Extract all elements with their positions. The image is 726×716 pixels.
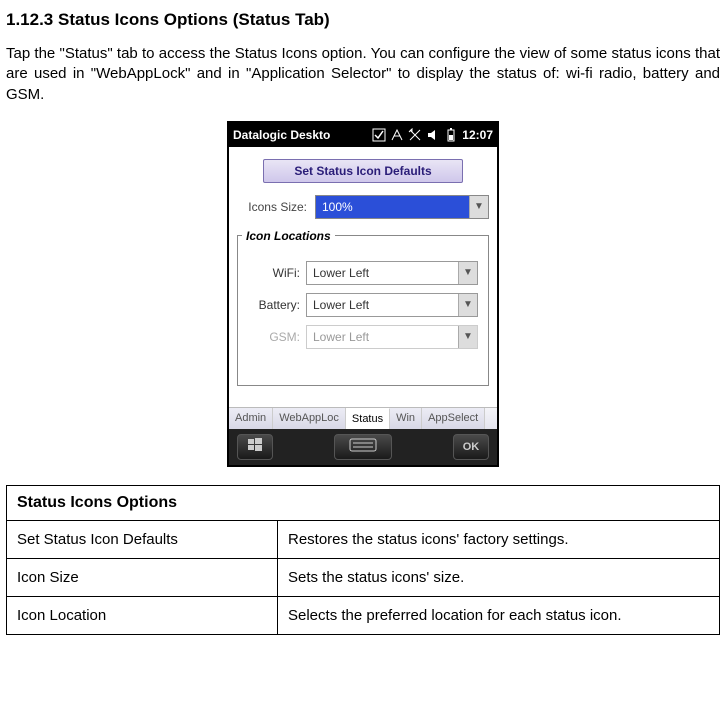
wifi-select[interactable]: Lower Left ▼ bbox=[306, 261, 478, 285]
table-row: Icon Size Sets the status icons' size. bbox=[7, 558, 720, 596]
app-content: Set Status Icon Defaults Icons Size: 100… bbox=[229, 147, 497, 407]
check-icon bbox=[372, 128, 386, 142]
battery-icon bbox=[444, 128, 458, 142]
icons-size-row: Icons Size: 100% ▼ bbox=[237, 195, 489, 219]
gsm-select: Lower Left ▼ bbox=[306, 325, 478, 349]
chevron-down-icon: ▼ bbox=[458, 326, 477, 348]
icon-locations-legend: Icon Locations bbox=[242, 229, 335, 243]
icon-locations-group: Icon Locations WiFi: Lower Left ▼ Batter… bbox=[237, 229, 489, 386]
screenshot-container: Datalogic Deskto 12:07 bbox=[6, 121, 720, 467]
options-table-header: Status Icons Options bbox=[7, 485, 720, 520]
section-heading: 1.12.3 Status Icons Options (Status Tab) bbox=[6, 10, 720, 30]
taskbar: Datalogic Deskto 12:07 bbox=[229, 123, 497, 147]
tab-bar: Admin WebAppLoc Status Win AppSelect bbox=[229, 407, 497, 429]
tab-win[interactable]: Win bbox=[390, 408, 422, 429]
tab-appselect[interactable]: AppSelect bbox=[422, 408, 485, 429]
device-screenshot: Datalogic Deskto 12:07 bbox=[227, 121, 499, 467]
opt-desc: Selects the preferred location for each … bbox=[278, 596, 720, 634]
battery-label: Battery: bbox=[244, 298, 306, 312]
chevron-down-icon: ▼ bbox=[458, 294, 477, 316]
taskbar-title: Datalogic Deskto bbox=[233, 128, 372, 142]
set-defaults-button[interactable]: Set Status Icon Defaults bbox=[263, 159, 463, 183]
opt-name: Set Status Icon Defaults bbox=[7, 520, 278, 558]
section-body: Tap the "Status" tab to access the Statu… bbox=[6, 44, 720, 105]
chevron-down-icon: ▼ bbox=[469, 196, 488, 218]
table-row: Set Status Icon Defaults Restores the st… bbox=[7, 520, 720, 558]
icons-size-select[interactable]: 100% ▼ bbox=[315, 195, 489, 219]
wifi-row: WiFi: Lower Left ▼ bbox=[244, 261, 478, 285]
start-button[interactable] bbox=[237, 434, 273, 460]
opt-name: Icon Size bbox=[7, 558, 278, 596]
icons-size-value: 100% bbox=[322, 200, 353, 214]
signal-icon bbox=[408, 128, 422, 142]
tab-webapploc[interactable]: WebAppLoc bbox=[273, 408, 346, 429]
chevron-down-icon: ▼ bbox=[458, 262, 477, 284]
battery-select[interactable]: Lower Left ▼ bbox=[306, 293, 478, 317]
opt-desc: Sets the status icons' size. bbox=[278, 558, 720, 596]
tab-admin[interactable]: Admin bbox=[229, 408, 273, 429]
volume-icon bbox=[426, 128, 440, 142]
opt-name: Icon Location bbox=[7, 596, 278, 634]
icons-size-label: Icons Size: bbox=[237, 200, 315, 214]
battery-value: Lower Left bbox=[313, 298, 369, 312]
tab-status[interactable]: Status bbox=[346, 408, 390, 429]
options-table: Status Icons Options Set Status Icon Def… bbox=[6, 485, 720, 635]
wifi-label: WiFi: bbox=[244, 266, 306, 280]
wifi-value: Lower Left bbox=[313, 266, 369, 280]
gsm-value: Lower Left bbox=[313, 330, 369, 344]
soft-key-bar: OK bbox=[229, 429, 497, 465]
battery-row: Battery: Lower Left ▼ bbox=[244, 293, 478, 317]
connectivity-icon bbox=[390, 128, 404, 142]
gsm-label: GSM: bbox=[244, 330, 306, 344]
keyboard-button[interactable] bbox=[334, 434, 392, 460]
opt-desc: Restores the status icons' factory setti… bbox=[278, 520, 720, 558]
table-row: Icon Location Selects the preferred loca… bbox=[7, 596, 720, 634]
windows-icon bbox=[247, 437, 263, 456]
ok-button[interactable]: OK bbox=[453, 434, 489, 460]
gsm-row: GSM: Lower Left ▼ bbox=[244, 325, 478, 349]
taskbar-clock: 12:07 bbox=[462, 128, 493, 142]
taskbar-tray bbox=[372, 128, 458, 142]
keyboard-icon bbox=[349, 438, 377, 455]
